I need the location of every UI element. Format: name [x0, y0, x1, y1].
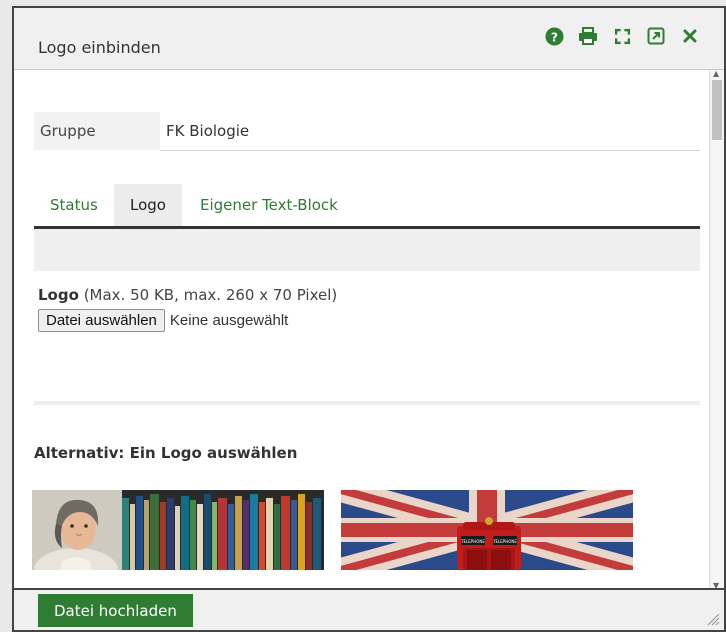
logo-hint: (Max. 50 KB, max. 260 x 70 Pixel)	[83, 286, 338, 304]
dialog-content: Gruppe FK Biologie Status Logo Eigener T…	[14, 70, 710, 590]
scroll-thumb[interactable]	[712, 80, 722, 140]
gruppe-row: Gruppe FK Biologie	[34, 112, 700, 151]
help-icon[interactable]: ?	[544, 26, 564, 46]
resize-grip-icon[interactable]	[704, 610, 720, 626]
file-input: Datei auswählen Keine ausgewählt	[38, 309, 288, 332]
content-scrollbar[interactable]: ▲ ▼	[709, 70, 724, 590]
choose-file-button[interactable]: Datei auswählen	[38, 309, 165, 332]
logo-dialog: Logo einbinden ? Gruppe FK Biologie Stat…	[12, 6, 726, 632]
gruppe-value: FK Biologie	[160, 112, 700, 151]
print-icon[interactable]	[578, 26, 598, 46]
header-icons: ?	[544, 26, 700, 46]
scroll-up-arrow-icon[interactable]: ▲	[713, 70, 719, 78]
dialog-header: Logo einbinden ?	[14, 8, 724, 70]
logo-label: Logo	[38, 286, 79, 304]
logo-thumbnail-goethe[interactable]	[32, 490, 324, 570]
tab-status[interactable]: Status	[34, 184, 114, 226]
open-external-icon[interactable]	[646, 26, 666, 46]
logo-field-label: Logo (Max. 50 KB, max. 260 x 70 Pixel)	[38, 286, 337, 304]
phonebox-sign-left: TELEPHONE	[460, 539, 485, 544]
upload-file-button[interactable]: Datei hochladen	[38, 594, 193, 627]
fullscreen-icon[interactable]	[612, 26, 632, 46]
divider	[34, 401, 700, 405]
dialog-footer: Datei hochladen	[14, 588, 724, 630]
close-icon[interactable]	[680, 26, 700, 46]
file-status: Keine ausgewählt	[169, 312, 289, 329]
tab-toolbar	[34, 229, 700, 271]
alternative-title: Alternativ: Ein Logo auswählen	[34, 444, 298, 462]
tab-bar: Status Logo Eigener Text-Block	[34, 184, 700, 229]
dialog-title: Logo einbinden	[38, 38, 161, 57]
phonebox-sign-right: TELEPHONE	[492, 539, 517, 544]
tab-logo[interactable]: Logo	[114, 184, 182, 226]
gruppe-label: Gruppe	[34, 112, 160, 150]
tab-eigener-text-block[interactable]: Eigener Text-Block	[184, 184, 354, 226]
logo-thumbnail-phonebox[interactable]: TELEPHONE TELEPHONE	[341, 490, 633, 570]
svg-text:?: ?	[550, 30, 557, 44]
